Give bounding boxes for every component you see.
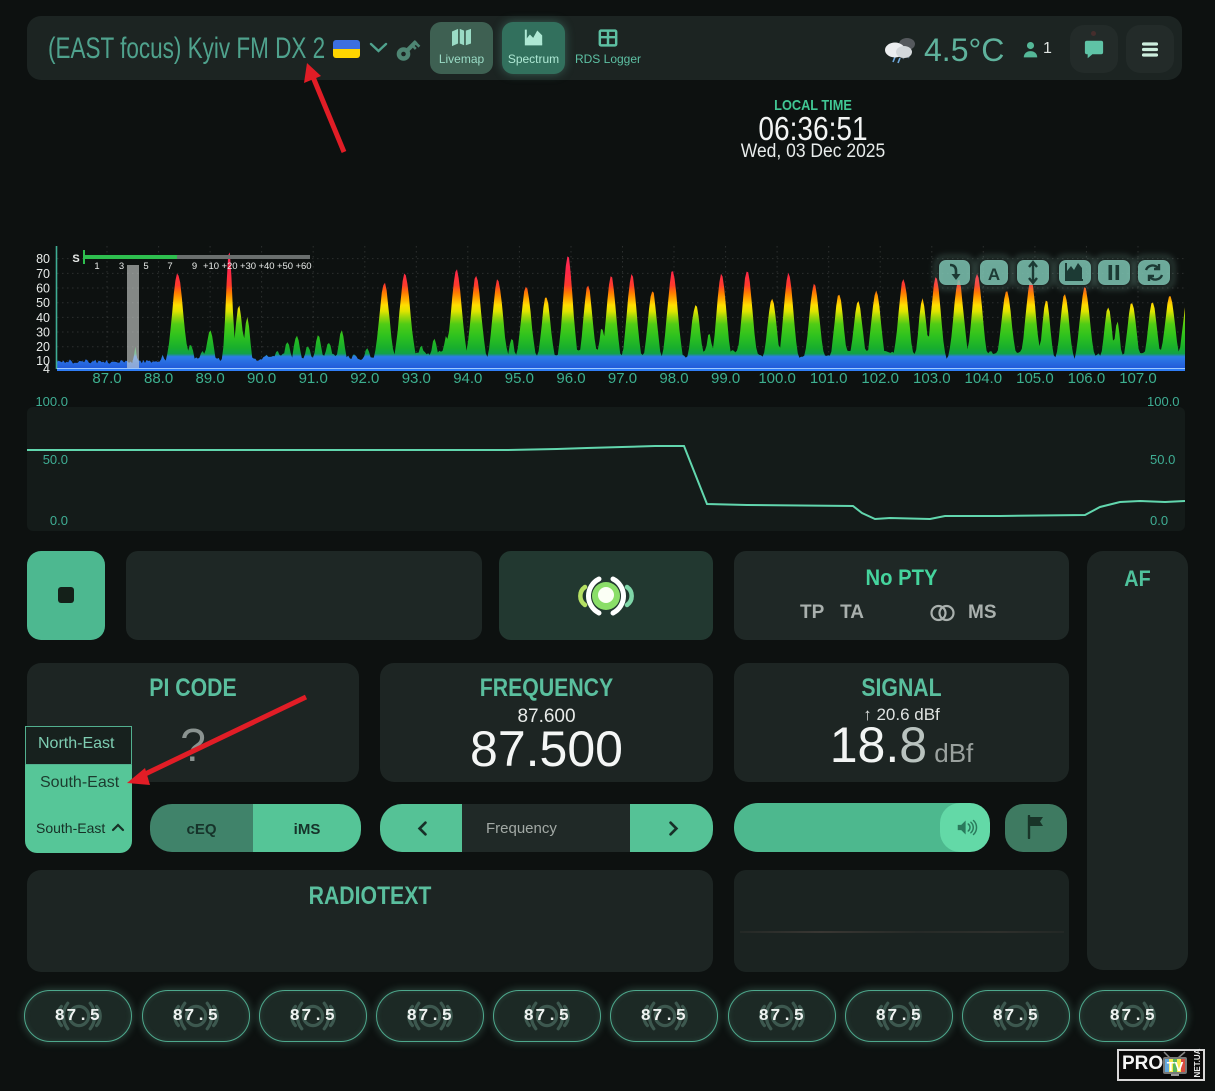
svg-text:+30: +30 — [240, 261, 256, 272]
svg-text:1: 1 — [94, 261, 99, 272]
svg-text:+50: +50 — [277, 261, 293, 272]
svg-text:106.0: 106.0 — [1068, 370, 1106, 387]
svg-text:107.0: 107.0 — [1119, 370, 1157, 387]
svg-text:90.0: 90.0 — [247, 370, 276, 387]
svg-text:97.0: 97.0 — [608, 370, 637, 387]
svg-text:102.0: 102.0 — [861, 370, 899, 387]
svg-text:3: 3 — [119, 261, 124, 272]
svg-text:70: 70 — [36, 267, 50, 281]
svg-text:88.0: 88.0 — [144, 370, 173, 387]
svg-text:9: 9 — [192, 261, 197, 272]
svg-text:104.0: 104.0 — [965, 370, 1003, 387]
svg-text:+40: +40 — [258, 261, 274, 272]
svg-text:99.0: 99.0 — [711, 370, 740, 387]
svg-text:A: A — [988, 265, 1000, 284]
svg-text:+60: +60 — [295, 261, 311, 272]
svg-text:101.0: 101.0 — [810, 370, 848, 387]
svg-text:60: 60 — [36, 282, 50, 296]
svg-text:40: 40 — [36, 311, 50, 325]
svg-text:20: 20 — [36, 340, 50, 354]
svg-text:103.0: 103.0 — [913, 370, 951, 387]
svg-text:91.0: 91.0 — [299, 370, 328, 387]
svg-text:50: 50 — [36, 296, 50, 310]
svg-text:92.0: 92.0 — [350, 370, 379, 387]
svg-text:94.0: 94.0 — [453, 370, 482, 387]
svg-text:7: 7 — [167, 261, 172, 272]
svg-text:87.0: 87.0 — [92, 370, 121, 387]
svg-text:+20: +20 — [221, 261, 237, 272]
svg-text:105.0: 105.0 — [1016, 370, 1054, 387]
svg-text:80: 80 — [36, 252, 50, 266]
svg-text:96.0: 96.0 — [556, 370, 585, 387]
svg-text:+10: +10 — [203, 261, 219, 272]
svg-text:30: 30 — [36, 326, 50, 340]
svg-text:S: S — [72, 253, 79, 265]
svg-text:TV: TV — [1167, 1059, 1184, 1074]
svg-text:89.0: 89.0 — [195, 370, 224, 387]
svg-text:5: 5 — [143, 261, 148, 272]
svg-text:93.0: 93.0 — [402, 370, 431, 387]
svg-text:98.0: 98.0 — [659, 370, 688, 387]
svg-text:95.0: 95.0 — [505, 370, 534, 387]
svg-text:4: 4 — [43, 362, 50, 376]
svg-text:100.0: 100.0 — [758, 370, 796, 387]
